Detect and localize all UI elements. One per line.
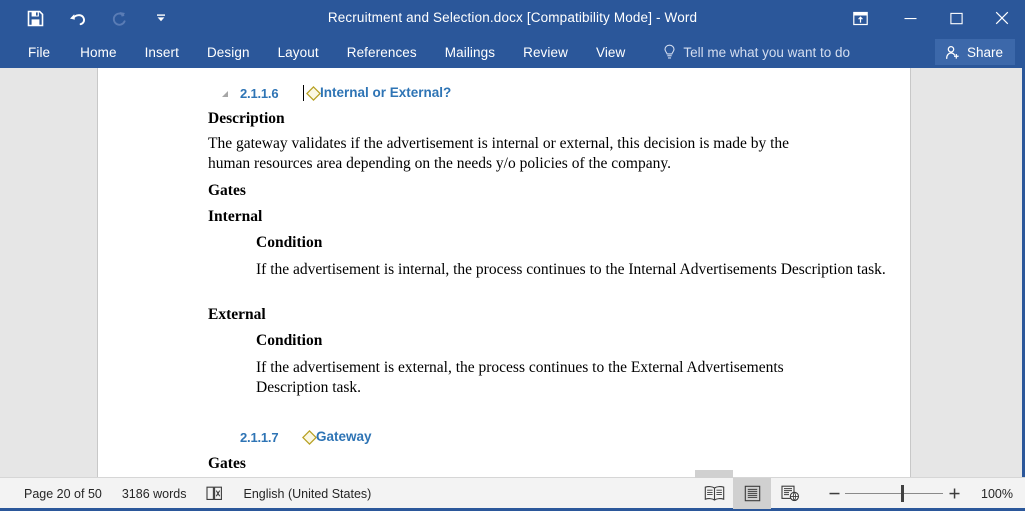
- close-icon: [995, 11, 1009, 25]
- share-person-icon: [946, 45, 959, 59]
- read-mode-view-button[interactable]: [695, 478, 733, 509]
- save-button[interactable]: [14, 3, 56, 33]
- word-application-window: Recruitment and Selection.docx [Compatib…: [0, 0, 1025, 511]
- zoom-level-label[interactable]: 100%: [979, 487, 1013, 501]
- tab-review[interactable]: Review: [509, 36, 582, 68]
- chevron-down-icon: [157, 14, 165, 22]
- maximize-button[interactable]: [933, 0, 979, 36]
- heading-number: 2.1.1.7: [240, 430, 279, 445]
- tab-home[interactable]: Home: [66, 36, 130, 68]
- tab-file[interactable]: File: [12, 36, 66, 68]
- ribbon-tabs: File Home Insert Design Layout Reference…: [12, 36, 856, 68]
- tab-references[interactable]: References: [333, 36, 431, 68]
- print-layout-icon: [744, 485, 760, 502]
- heading-2-1-1-7[interactable]: 2.1.1.7 Gateway: [98, 427, 910, 449]
- redo-icon: [112, 11, 126, 26]
- quick-access-toolbar: [14, 0, 182, 36]
- share-label: Share: [966, 44, 1003, 60]
- internal-label: Internal: [208, 208, 263, 225]
- heading-label: Internal or External?: [320, 85, 452, 100]
- ribbon-display-options-button[interactable]: [839, 0, 881, 36]
- heading-2-1-1-6[interactable]: 2.1.1.6 Internal or External?: [98, 83, 910, 105]
- document-workspace: 2.1.1.6 Internal or External? Descriptio…: [0, 68, 1025, 477]
- zoom-in-button[interactable]: [943, 478, 965, 509]
- status-bar-right: 100%: [695, 478, 1013, 509]
- gateway-diamond-icon: [302, 430, 317, 445]
- zoom-slider-track: [845, 493, 943, 494]
- minimize-button[interactable]: [887, 0, 933, 36]
- tell-me-search[interactable]: Tell me what you want to do: [657, 36, 856, 68]
- read-mode-icon: [704, 486, 724, 501]
- share-button[interactable]: Share: [934, 39, 1015, 65]
- lightbulb-icon: [664, 44, 675, 59]
- minus-icon: [829, 492, 839, 495]
- word-count[interactable]: 3186 words: [112, 478, 197, 509]
- external-condition-text: If the advertisement is external, the pr…: [256, 359, 784, 396]
- collapse-heading-triangle-icon[interactable]: [222, 91, 228, 97]
- ribbon-tab-strip: File Home Insert Design Layout Reference…: [0, 36, 1025, 68]
- description-label: Description: [208, 110, 285, 127]
- internal-condition-label: Condition: [256, 234, 323, 251]
- web-layout-icon: [780, 485, 799, 502]
- internal-condition-text: If the advertisement is internal, the pr…: [256, 261, 886, 278]
- proofing-errors-icon: [206, 486, 223, 500]
- proofing-errors-button[interactable]: [196, 478, 233, 509]
- gates-label-2: Gates: [208, 455, 246, 472]
- maximize-icon: [949, 12, 963, 24]
- print-layout-view-button[interactable]: [733, 478, 771, 509]
- status-bar: Page 20 of 50 3186 words English (United…: [0, 477, 1025, 511]
- language-indicator[interactable]: English (United States): [233, 478, 381, 509]
- redo-button[interactable]: [98, 3, 140, 33]
- page-indicator[interactable]: Page 20 of 50: [14, 478, 112, 509]
- gateway-diamond-icon: [306, 86, 321, 101]
- tab-design[interactable]: Design: [193, 36, 264, 68]
- window-controls: [839, 0, 1025, 36]
- zoom-out-button[interactable]: [823, 478, 845, 509]
- tab-view[interactable]: View: [582, 36, 639, 68]
- text-cursor: [303, 85, 304, 101]
- ribbon-display-options-icon: [852, 11, 868, 25]
- customize-quick-access-button[interactable]: [140, 3, 182, 33]
- heading-number: 2.1.1.6: [240, 86, 279, 101]
- undo-icon: [69, 13, 85, 25]
- status-bar-left: Page 20 of 50 3186 words English (United…: [14, 478, 381, 509]
- close-button[interactable]: [979, 0, 1025, 36]
- external-condition-label: Condition: [256, 332, 323, 349]
- gates-label-1: Gates: [208, 182, 246, 199]
- plus-icon: [949, 488, 959, 499]
- zoom-slider-thumb[interactable]: [901, 485, 904, 502]
- web-layout-view-button[interactable]: [771, 478, 809, 509]
- undo-button[interactable]: [56, 3, 98, 33]
- tab-insert[interactable]: Insert: [131, 36, 193, 68]
- save-icon: [27, 10, 43, 26]
- zoom-slider[interactable]: [845, 478, 943, 509]
- tell-me-label: Tell me what you want to do: [683, 44, 850, 60]
- tab-mailings[interactable]: Mailings: [431, 36, 509, 68]
- document-page[interactable]: 2.1.1.6 Internal or External? Descriptio…: [97, 68, 911, 477]
- title-bar: Recruitment and Selection.docx [Compatib…: [0, 0, 1025, 36]
- external-label: External: [208, 306, 266, 323]
- minimize-icon: [904, 17, 916, 19]
- zoom-control: 100%: [823, 478, 1013, 509]
- tab-layout[interactable]: Layout: [264, 36, 333, 68]
- heading-label: Gateway: [316, 429, 372, 444]
- description-text: The gateway validates if the advertiseme…: [208, 135, 790, 172]
